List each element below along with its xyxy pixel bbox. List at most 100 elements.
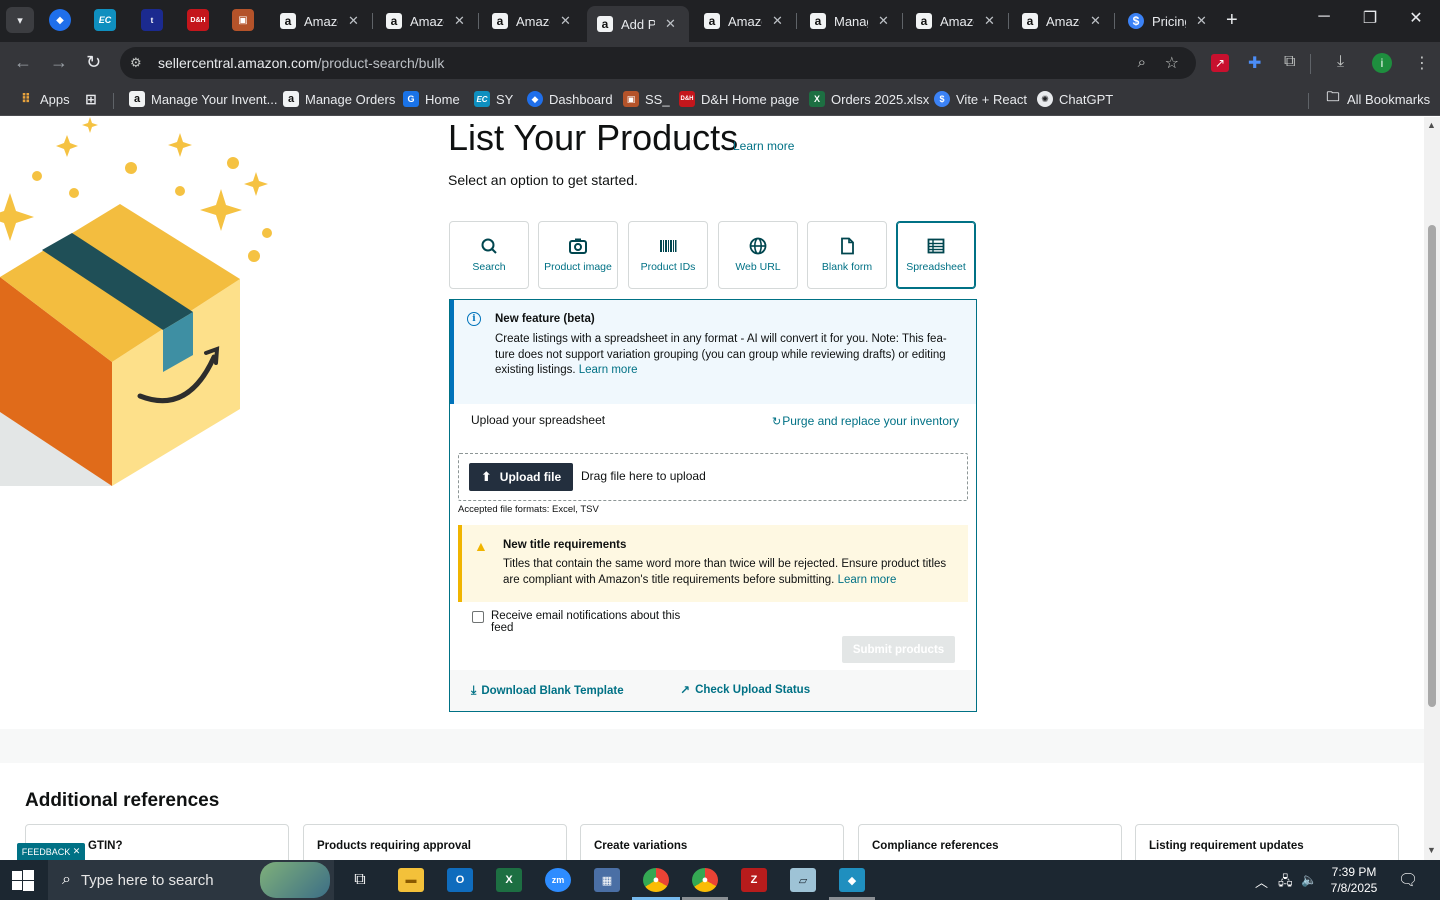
- menu-kebab-icon[interactable]: ⋮: [1414, 53, 1430, 73]
- browser-tab-5[interactable]: a Amazon ✕: [694, 6, 794, 36]
- tray-chevron-icon[interactable]: ︿: [1255, 872, 1268, 891]
- restore-icon[interactable]: ❐: [1350, 8, 1390, 28]
- bookmark-all-bookmarks[interactable]: 🗀 All Bookmarks: [1325, 89, 1430, 107]
- notifications-icon[interactable]: 🗨: [1398, 870, 1418, 890]
- reference-card[interactable]: Compliance references: [858, 824, 1122, 860]
- bookmark-dh[interactable]: D&H D&H Home page: [679, 91, 799, 107]
- bookmark-apps[interactable]: ⠿ Apps: [18, 91, 70, 107]
- taskbar-clock[interactable]: 7:39 PM 7/8/2025: [1318, 864, 1390, 896]
- bookmark-manage-orders[interactable]: a Manage Orders: [283, 91, 395, 107]
- bookmark-manage-inventory[interactable]: a Manage Your Invent...: [129, 91, 277, 107]
- bookmark-ss[interactable]: ▣ SS_: [623, 91, 670, 107]
- submit-products-button[interactable]: Submit products: [842, 636, 955, 663]
- browser-tab-active[interactable]: a Add Products ✕: [587, 6, 689, 42]
- filezilla-icon[interactable]: Z: [741, 868, 767, 892]
- reload-icon[interactable]: ↻: [86, 52, 101, 73]
- bookmark-sy[interactable]: EC SY: [474, 91, 513, 107]
- close-icon[interactable]: ✕: [665, 16, 676, 32]
- outlook-icon[interactable]: O: [447, 868, 473, 892]
- dashboard-app-icon[interactable]: ◆: [839, 868, 865, 892]
- title-learn-more-link[interactable]: Learn more: [733, 139, 794, 153]
- close-icon[interactable]: ✕: [878, 13, 889, 29]
- extension-blue-icon[interactable]: ✚: [1248, 53, 1261, 73]
- file-dropzone[interactable]: ⬆ Upload file Drag file here to upload: [458, 453, 968, 501]
- tab-strip: ▾ ◆ EC t D&H ▣ a Amazon ✕ a Amazon ✕ a A…: [0, 0, 1440, 42]
- scroll-up-arrow-icon[interactable]: ▲: [1427, 120, 1436, 130]
- pinned-tab-ec[interactable]: EC: [94, 9, 116, 31]
- browser-tab-1[interactable]: a Amazon ✕: [270, 6, 370, 36]
- option-blank-form[interactable]: Blank form: [807, 221, 887, 289]
- close-icon[interactable]: ✕: [348, 13, 359, 29]
- pinned-tab-2[interactable]: t: [141, 9, 163, 31]
- page-scrollbar[interactable]: ▲ ▼: [1424, 117, 1440, 860]
- windows-start-icon[interactable]: [12, 870, 34, 892]
- check-upload-status-link[interactable]: ↗ Check Upload Status: [680, 683, 810, 697]
- forward-arrow-icon[interactable]: →: [50, 52, 68, 73]
- close-window-icon[interactable]: ✕: [1396, 8, 1436, 28]
- bookmark-dashboard[interactable]: ◆ Dashboard: [527, 91, 613, 107]
- bookmark-orders-xlsx[interactable]: X Orders 2025.xlsx: [809, 91, 929, 107]
- file-explorer-icon[interactable]: ▬: [398, 868, 424, 892]
- tab-search-button[interactable]: ▾: [6, 7, 34, 33]
- extensions-puzzle-icon[interactable]: ⧉: [1284, 53, 1295, 71]
- browser-tab-2[interactable]: a Amazon ✕: [376, 6, 476, 36]
- download-template-link[interactable]: ⤓ Download Blank Template: [471, 683, 624, 698]
- feedback-tab[interactable]: FEEDBACK ✕: [17, 843, 85, 860]
- option-search[interactable]: Search: [449, 221, 529, 289]
- close-icon[interactable]: ✕: [984, 13, 995, 29]
- volume-icon[interactable]: 🔈: [1301, 872, 1317, 888]
- purge-inventory-link[interactable]: ↻ Purge and replace your inventory: [772, 414, 959, 428]
- reference-card[interactable]: Listing requirement updates: [1135, 824, 1399, 860]
- profile-avatar[interactable]: i: [1372, 53, 1392, 73]
- option-product-image[interactable]: Product image: [538, 221, 618, 289]
- new-tab-plus-icon[interactable]: +: [1226, 9, 1238, 32]
- close-icon[interactable]: ✕: [1090, 13, 1101, 29]
- scroll-down-arrow-icon[interactable]: ▼: [1427, 845, 1436, 855]
- email-notification-checkbox[interactable]: [472, 611, 484, 623]
- zoom-icon[interactable]: ⌕: [1138, 54, 1146, 71]
- warning-learn-more-link[interactable]: Learn more: [838, 574, 897, 586]
- download-icon[interactable]: ⤓: [1337, 53, 1344, 71]
- bookmark-vite-react[interactable]: $ Vite + React: [934, 91, 1027, 107]
- pinned-tab-3[interactable]: ▣: [232, 9, 254, 31]
- bookmark-home[interactable]: G Home: [403, 91, 460, 107]
- scrollbar-thumb[interactable]: [1428, 225, 1436, 707]
- close-icon[interactable]: ✕: [560, 13, 571, 29]
- browser-tab-9[interactable]: $ Pricing ✕: [1118, 6, 1218, 36]
- chrome-profile-icon[interactable]: ●: [692, 868, 718, 892]
- zoom-app-icon[interactable]: zm: [545, 868, 571, 892]
- email-notification-label[interactable]: Receive email notifications about this f…: [491, 610, 701, 634]
- bookmark-chatgpt[interactable]: ✺ ChatGPT: [1037, 91, 1113, 107]
- pinned-tab-dh[interactable]: D&H: [187, 9, 209, 31]
- bookmark-star-icon[interactable]: ☆: [1165, 53, 1179, 73]
- browser-tab-7[interactable]: a Amazon ✕: [906, 6, 1006, 36]
- close-icon[interactable]: ✕: [73, 846, 81, 857]
- info-learn-more-link[interactable]: Learn more: [579, 364, 638, 376]
- taskbar-search-box[interactable]: ⌕ Type here to search: [48, 860, 334, 900]
- calculator-icon[interactable]: ▦: [594, 868, 620, 892]
- extension-red-icon[interactable]: ↗: [1211, 54, 1229, 72]
- notes-app-icon[interactable]: ▱: [790, 868, 816, 892]
- address-bar[interactable]: ⚙ sellercentral.amazon.com/product-searc…: [120, 47, 1196, 79]
- excel-icon[interactable]: X: [496, 868, 522, 892]
- back-arrow-icon[interactable]: ←: [14, 52, 32, 73]
- chrome-icon[interactable]: ●: [643, 868, 669, 892]
- upload-file-button[interactable]: ⬆ Upload file: [469, 463, 573, 491]
- browser-tab-3[interactable]: a Amazon ✕: [482, 6, 582, 36]
- browser-tab-6[interactable]: a Manage ✕: [800, 6, 900, 36]
- network-icon[interactable]: 🖧: [1278, 872, 1293, 894]
- site-settings-icon[interactable]: ⚙: [130, 55, 148, 71]
- minimize-icon[interactable]: ─: [1304, 8, 1344, 26]
- option-product-ids[interactable]: Product IDs: [628, 221, 708, 289]
- reference-card[interactable]: Create variations: [580, 824, 844, 860]
- task-view-icon[interactable]: ⧉: [347, 868, 373, 892]
- browser-tab-8[interactable]: a Amazon ✕: [1012, 6, 1112, 36]
- pinned-tab-1[interactable]: ◆: [49, 9, 71, 31]
- bookmark-grid[interactable]: ⊞: [83, 91, 105, 107]
- close-icon[interactable]: ✕: [1196, 13, 1207, 29]
- close-icon[interactable]: ✕: [772, 13, 783, 29]
- option-spreadsheet[interactable]: Spreadsheet: [896, 221, 976, 289]
- option-web-url[interactable]: Web URL: [718, 221, 798, 289]
- close-icon[interactable]: ✕: [454, 13, 465, 29]
- reference-card[interactable]: Products requiring approval: [303, 824, 567, 860]
